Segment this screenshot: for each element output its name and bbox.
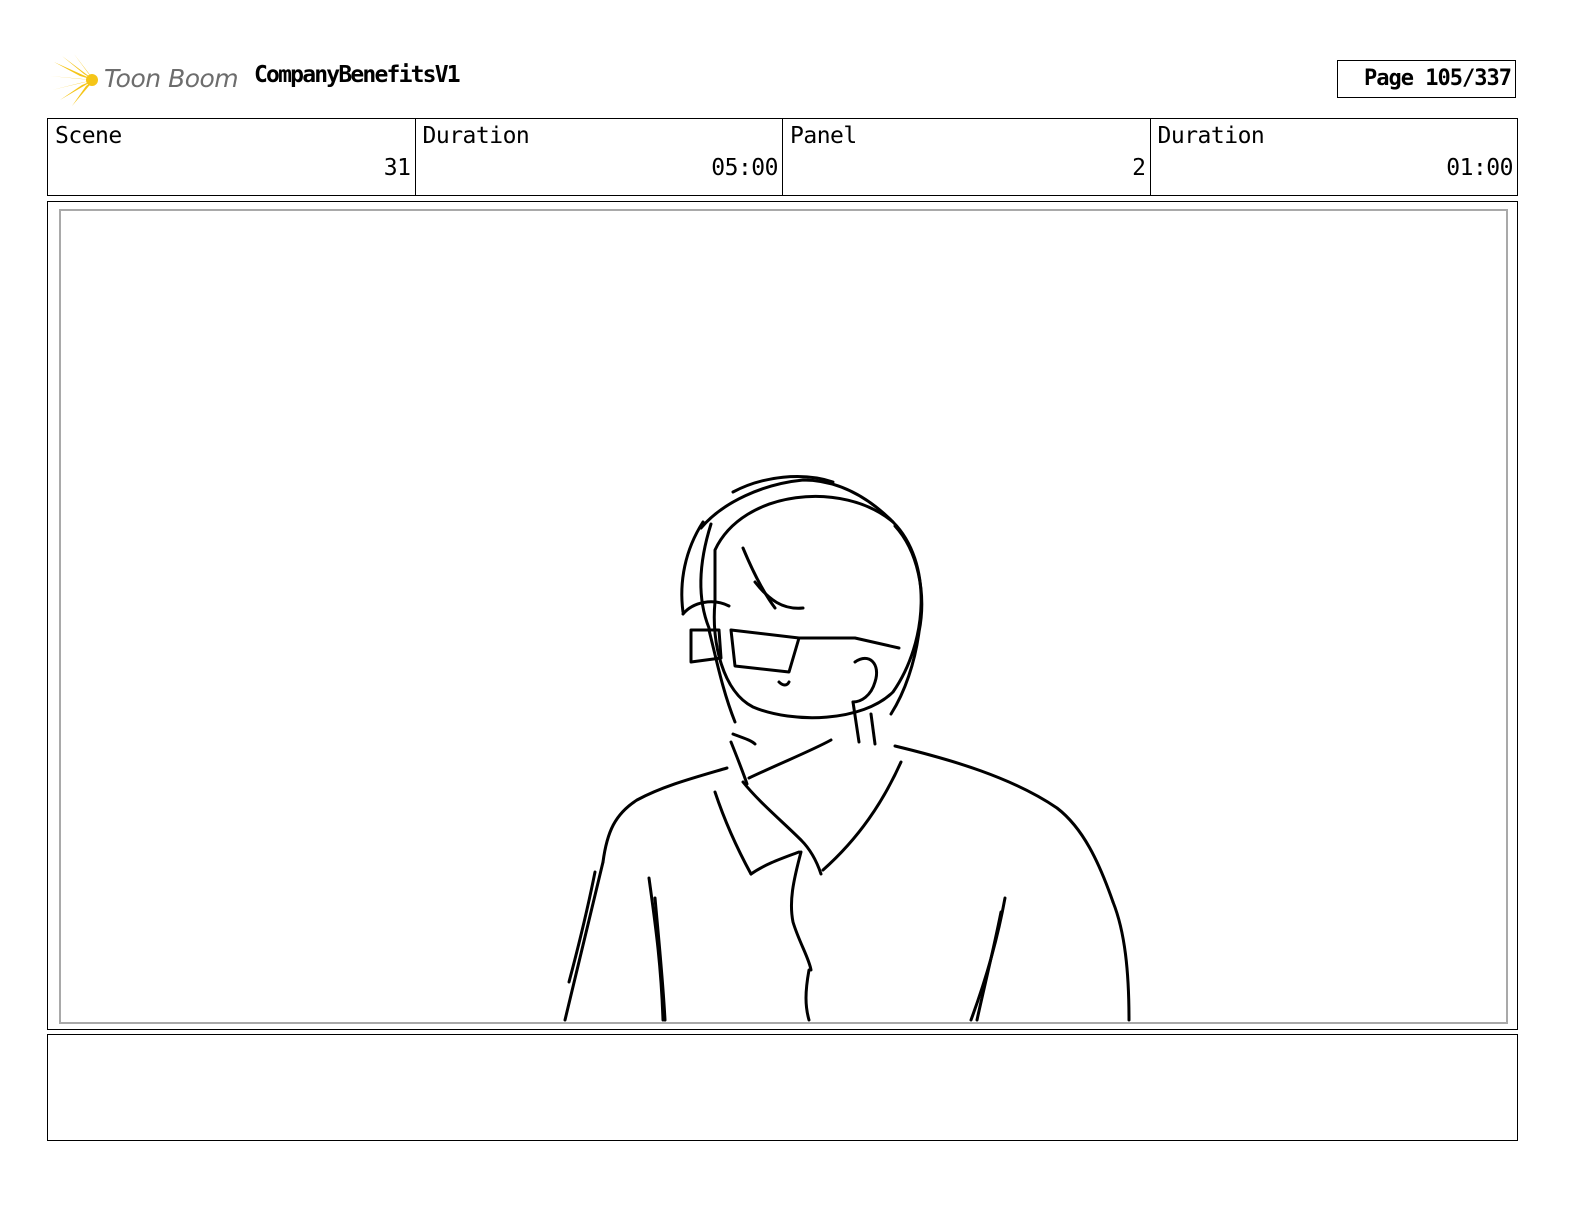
scene-duration-cell: Duration 05:00 [416, 119, 783, 195]
page-counter: Page 105/337 [1337, 60, 1516, 98]
scene-duration-label: Duration [422, 123, 530, 149]
panel-info-row: Scene 31 Duration 05:00 Panel 2 Duration… [47, 118, 1518, 196]
scene-value: 31 [383, 155, 411, 181]
panel-notes-box [47, 1034, 1518, 1141]
scene-cell: Scene 31 [48, 119, 416, 195]
scene-duration-value: 05:00 [711, 155, 778, 181]
storyboard-panel-frame [47, 201, 1518, 1030]
toon-boom-logo: Toon Boom [50, 54, 240, 106]
panel-cell: Panel 2 [783, 119, 1151, 195]
storyboard-panel-drawing [59, 209, 1508, 1024]
starburst-icon [50, 54, 98, 106]
character-sketch [563, 475, 1131, 1022]
project-title: CompanyBenefitsV1 [254, 62, 461, 88]
scene-label: Scene [55, 123, 122, 149]
logo-text: Toon Boom [104, 64, 239, 93]
panel-duration-cell: Duration 01:00 [1151, 119, 1518, 195]
panel-duration-value: 01:00 [1446, 155, 1513, 181]
panel-label: Panel [790, 123, 857, 149]
panel-value: 2 [1132, 155, 1146, 181]
panel-duration-label: Duration [1157, 123, 1265, 149]
